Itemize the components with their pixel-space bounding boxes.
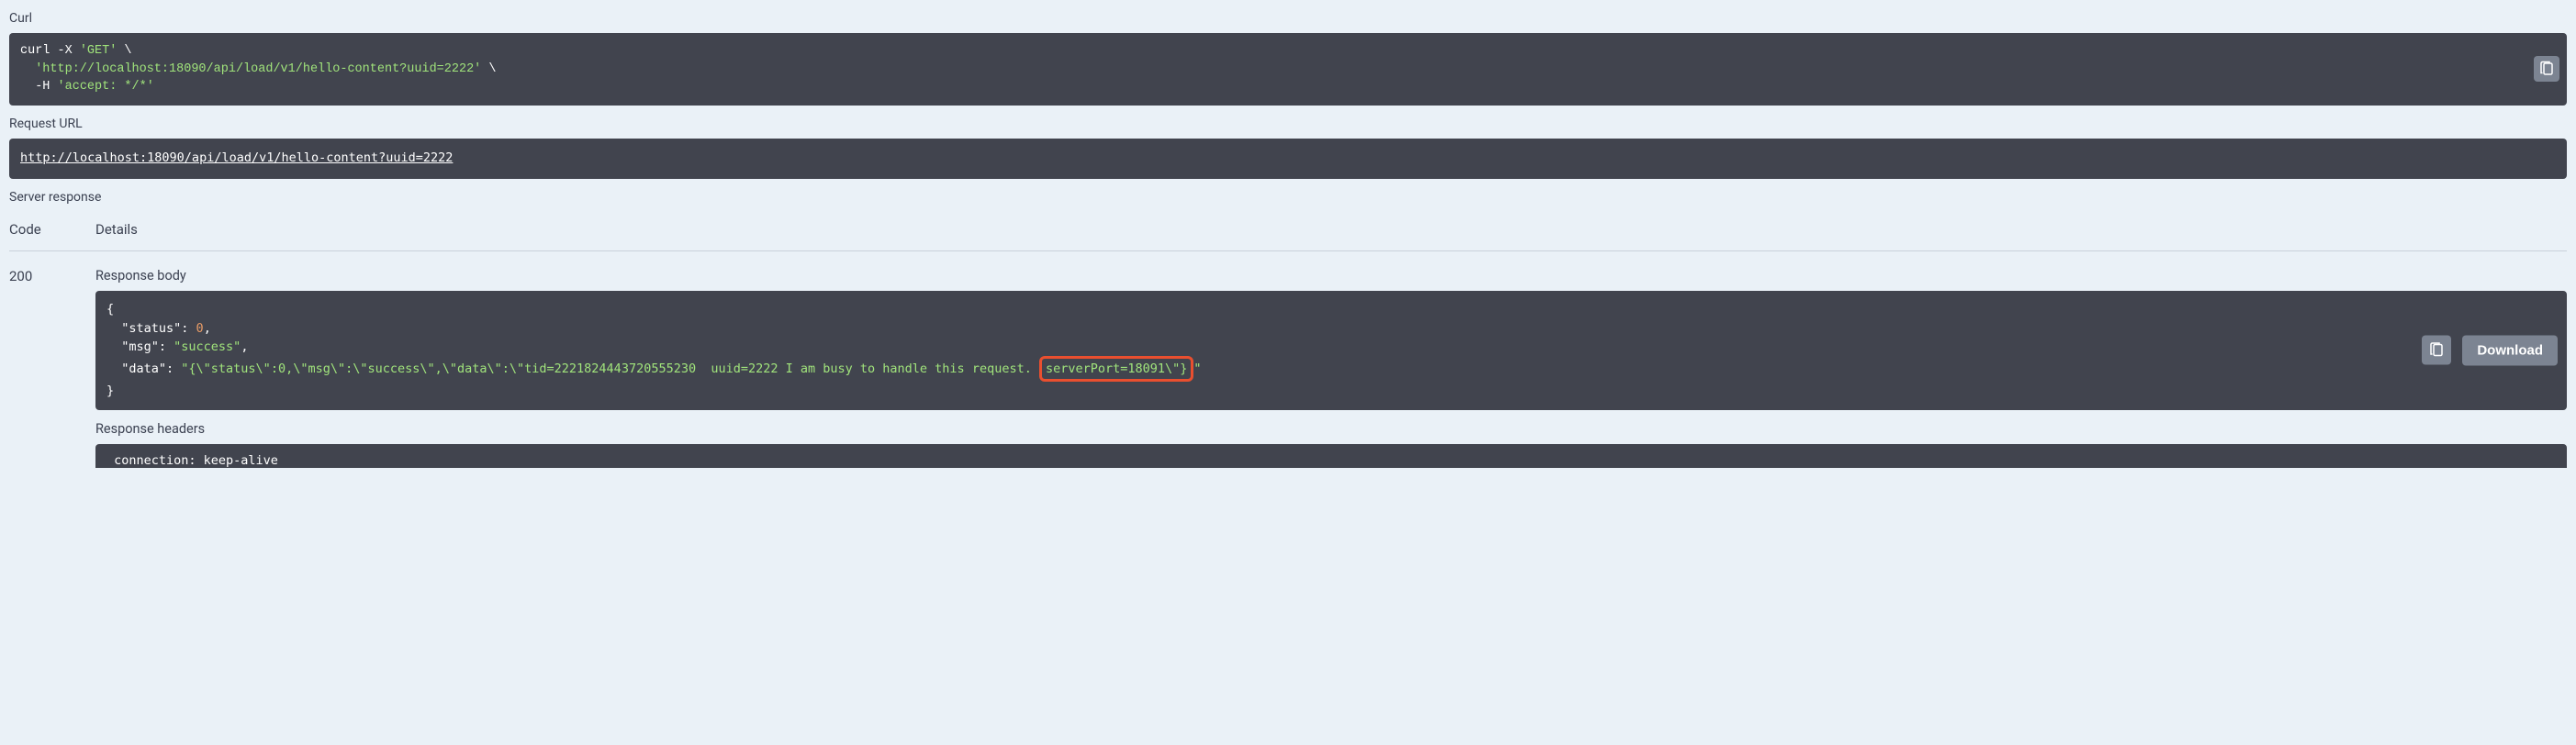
json-string: "{\"status\":0,\"msg\":\"success\",\"dat… xyxy=(181,361,1039,376)
json-text: "msg": xyxy=(106,339,174,354)
copy-curl-button[interactable] xyxy=(2534,56,2559,82)
highlight-annotation: serverPort=18091\"} xyxy=(1039,356,1193,382)
response-row: 200 Response body { "status": 0, "msg": … xyxy=(9,268,2567,467)
json-string: "success" xyxy=(174,339,241,354)
json-text: { xyxy=(106,302,114,317)
curl-text: \ xyxy=(117,44,131,58)
response-headers-code: connection: keep-alive xyxy=(106,453,2556,468)
request-url-label: Request URL xyxy=(9,117,2567,131)
curl-text xyxy=(20,62,35,76)
code-column-header: Code xyxy=(9,221,95,238)
json-string-highlighted: serverPort=18091\"} xyxy=(1046,361,1187,376)
response-details: Response body { "status": 0, "msg": "suc… xyxy=(95,268,2567,467)
curl-text: curl -X xyxy=(20,44,80,58)
request-url-value[interactable]: http://localhost:18090/api/load/v1/hello… xyxy=(20,150,453,165)
details-column-header: Details xyxy=(95,221,138,238)
curl-code: curl -X 'GET' \ 'http://localhost:18090/… xyxy=(20,42,2556,96)
download-button[interactable]: Download xyxy=(2462,335,2558,365)
copy-response-button[interactable] xyxy=(2422,336,2451,365)
json-text: "data": xyxy=(106,361,181,376)
clipboard-icon xyxy=(2428,342,2445,359)
server-response-label: Server response xyxy=(9,190,2567,205)
curl-text: \ xyxy=(481,62,496,76)
status-code: 200 xyxy=(9,268,95,467)
clipboard-icon xyxy=(2538,61,2555,77)
curl-text: -H xyxy=(20,80,58,94)
json-text: , xyxy=(241,339,248,354)
response-actions: Download xyxy=(2422,335,2558,365)
curl-code-block: curl -X 'GET' \ 'http://localhost:18090/… xyxy=(9,33,2567,106)
json-text: } xyxy=(106,384,114,398)
response-body-label: Response body xyxy=(95,268,2567,284)
request-url-block: http://localhost:18090/api/load/v1/hello… xyxy=(9,139,2567,180)
curl-method: 'GET' xyxy=(80,44,118,58)
json-number: 0 xyxy=(196,321,204,336)
json-string: " xyxy=(1193,361,1201,376)
json-text: "status": xyxy=(106,321,196,336)
curl-url: 'http://localhost:18090/api/load/v1/hell… xyxy=(35,62,481,76)
response-headers-label: Response headers xyxy=(95,421,2567,437)
json-text: , xyxy=(204,321,211,336)
response-body-code: { "status": 0, "msg": "success", "data":… xyxy=(106,300,2556,400)
curl-label: Curl xyxy=(9,11,2567,26)
response-headers-block: connection: keep-alive xyxy=(95,444,2567,468)
response-table-header: Code Details xyxy=(9,212,2567,251)
header-line: connection: keep-alive xyxy=(106,453,286,468)
curl-header: 'accept: */*' xyxy=(58,80,154,94)
response-body-block: { "status": 0, "msg": "success", "data":… xyxy=(95,291,2567,409)
